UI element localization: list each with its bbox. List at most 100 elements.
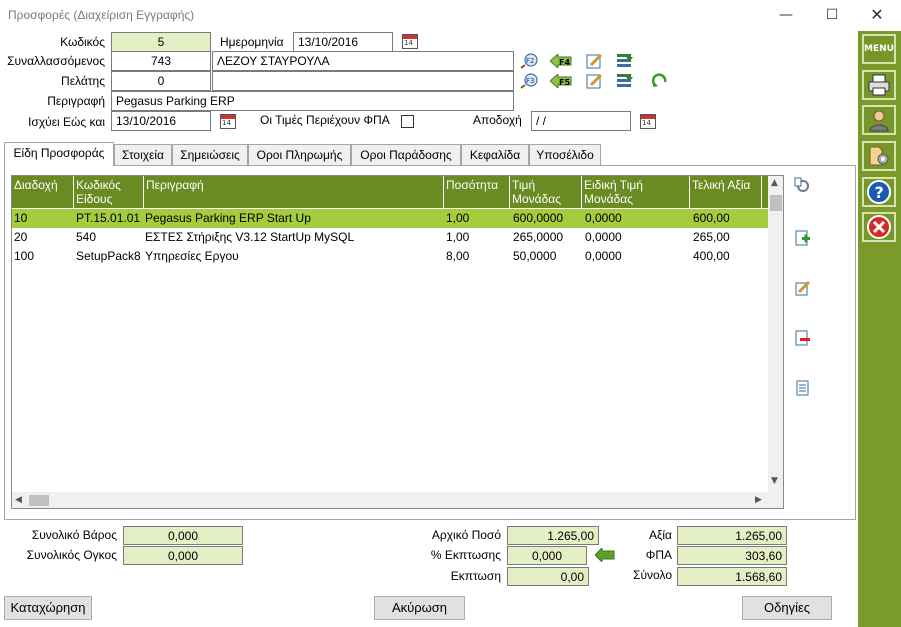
column-header[interactable]: Περιγραφή [144,176,444,208]
table-cell: 8,00 [446,249,470,263]
refresh-icon[interactable] [651,73,668,89]
f5-text: F5 [559,78,570,87]
tab-payment-terms[interactable]: Οροι Πληρωμής [248,144,351,165]
discount-label: Εκπτωση [450,569,501,583]
column-header[interactable]: Τιμή Μονάδας [510,176,582,208]
tab-delivery-terms[interactable]: Οροι Παράδοσης [351,144,461,165]
trader-code-field[interactable]: 743 [111,51,211,71]
column-header[interactable]: Ποσότητα [444,176,510,208]
valid-until-field[interactable]: 13/10/2016 [111,111,211,131]
f3-search-icon[interactable]: F3 [519,73,541,89]
add-row-icon[interactable] [794,230,810,246]
menu-button[interactable]: MENU [862,34,896,64]
trader-list-icon[interactable] [616,52,634,70]
edit-trader-icon[interactable] [586,52,604,70]
table-cell: 600,0000 [513,211,564,225]
initial-amount-field: 1.265,00 [507,526,599,545]
customer-name-field[interactable] [212,71,514,91]
maximize-button[interactable]: ☐ [822,6,842,24]
f2-text: F2 [526,57,534,65]
code-field[interactable]: 5 [111,32,211,52]
tab-details[interactable]: Στοιχεία [114,144,172,165]
initial-amount-label: Αρχικό Ποσό [431,528,501,542]
calendar-icon[interactable]: 14 [220,114,236,129]
vat-included-checkbox[interactable] [401,115,414,128]
cancel-button[interactable]: Ακύρωση [374,596,465,620]
scroll-thumb[interactable] [770,195,782,211]
date-label: Ημερομηνία [220,35,284,49]
description-field[interactable]: Pegasus Parking ERP [111,91,514,111]
notes-icon[interactable] [794,380,810,396]
value-label: Αξία [649,528,672,542]
acceptance-field[interactable]: / / [531,111,631,131]
customer-list-icon[interactable] [616,72,634,90]
discount-field: 0,00 [507,567,589,586]
total-volume-field: 0,000 [123,546,243,565]
column-header[interactable]: Ειδική Τιμή Μονάδας [582,176,690,208]
help-icon-button[interactable]: ? [862,177,896,207]
calendar-icon[interactable]: 14 [402,34,418,49]
scroll-right-icon[interactable]: ▶ [755,495,762,505]
date-field[interactable]: 13/10/2016 [293,32,393,52]
total-weight-field: 0,000 [123,526,243,545]
items-grid[interactable]: Διαδοχή Κωδικός Είδους Περιγραφή Ποσότητ… [11,175,784,509]
menu-label: MENU [864,44,894,54]
tab-footer[interactable]: Υποσέλιδο [529,144,601,165]
scroll-up-icon[interactable]: ▲ [771,178,778,188]
f5-icon[interactable]: F5 [549,72,572,90]
delete-row-icon[interactable] [794,330,810,346]
table-cell: SetupPack8 [76,249,141,263]
table-row[interactable]: 20 540 ΕΣΤΕΣ Στήριξης V3.12 StartUp MySQ… [12,228,768,247]
customer-code-field[interactable]: 0 [111,71,211,91]
exit-button[interactable] [862,212,896,242]
f4-icon[interactable]: F4 [549,52,572,70]
edit-row-icon[interactable] [794,280,811,296]
f2-search-icon[interactable]: F2 [519,53,541,69]
table-cell: 400,00 [693,249,730,263]
user-button[interactable] [862,105,896,135]
table-row[interactable]: 100 SetupPack8 Υπηρεσίες Εργου 8,00 50,0… [12,247,768,266]
discount-percent-field[interactable]: 0,000 [507,546,587,565]
close-button[interactable]: ✕ [867,6,887,24]
code-label: Κωδικός [60,35,105,49]
tab-notes[interactable]: Σημειώσεις [172,144,248,165]
f3-text: F3 [526,77,534,85]
window-title: Προσφορές (Διαχείριση Εγγραφής) [8,8,195,22]
tab-header[interactable]: Κεφαλίδα [461,144,529,165]
save-button[interactable]: Καταχώρηση [4,596,92,620]
scroll-down-icon[interactable]: ▼ [771,476,778,486]
table-row[interactable]: 10 PT.15.01.01 Pegasus Parking ERP Start… [12,209,768,228]
table-cell: 20 [14,230,28,244]
edit-customer-icon[interactable] [586,72,604,90]
table-cell: 50,0000 [513,249,557,263]
table-cell: Pegasus Parking ERP Start Up [145,211,311,225]
print-button[interactable] [862,70,896,100]
user-icon [869,110,889,132]
horizontal-scrollbar[interactable]: ◀ ▶ [12,492,783,508]
right-toolbar: MENU ? [858,31,901,627]
help-icon: ? [867,180,891,204]
table-cell: 265,0000 [513,230,564,244]
vertical-scrollbar[interactable]: ▲ ▼ [768,176,783,492]
tab-items[interactable]: Είδη Προσφοράς [4,142,114,166]
grand-total-field: 1.568,60 [677,567,787,586]
scroll-left-icon[interactable]: ◀ [15,495,22,505]
column-header[interactable]: Τελική Αξία [690,176,762,208]
valid-until-label: Ισχύει Εώς και [28,115,105,129]
column-header[interactable]: Κωδικός Είδους [74,176,144,208]
help-button[interactable]: Οδηγίες [742,596,832,620]
minimize-button[interactable]: — [776,6,796,24]
customer-label: Πελάτης [61,74,105,88]
settings-icon[interactable] [794,177,810,193]
calendar-day: 14 [404,39,413,47]
vat-label: ΦΠΑ [645,548,672,562]
calendar-icon[interactable]: 14 [640,114,656,129]
trader-label: Συναλλασσόμενος [7,54,105,68]
calendar-day: 14 [642,119,651,127]
document-settings-button[interactable] [862,141,896,171]
trader-name-field[interactable]: ΛΕΖΟΥ ΣΤΑΥΡΟΥΛΑ [212,51,514,71]
scroll-thumb[interactable] [29,495,49,506]
total-volume-label: Συνολικός Ογκος [26,548,117,562]
vat-included-label: Οι Τιμές Περιέχουν ΦΠΑ [260,113,390,127]
column-header[interactable]: Διαδοχή [12,176,74,208]
